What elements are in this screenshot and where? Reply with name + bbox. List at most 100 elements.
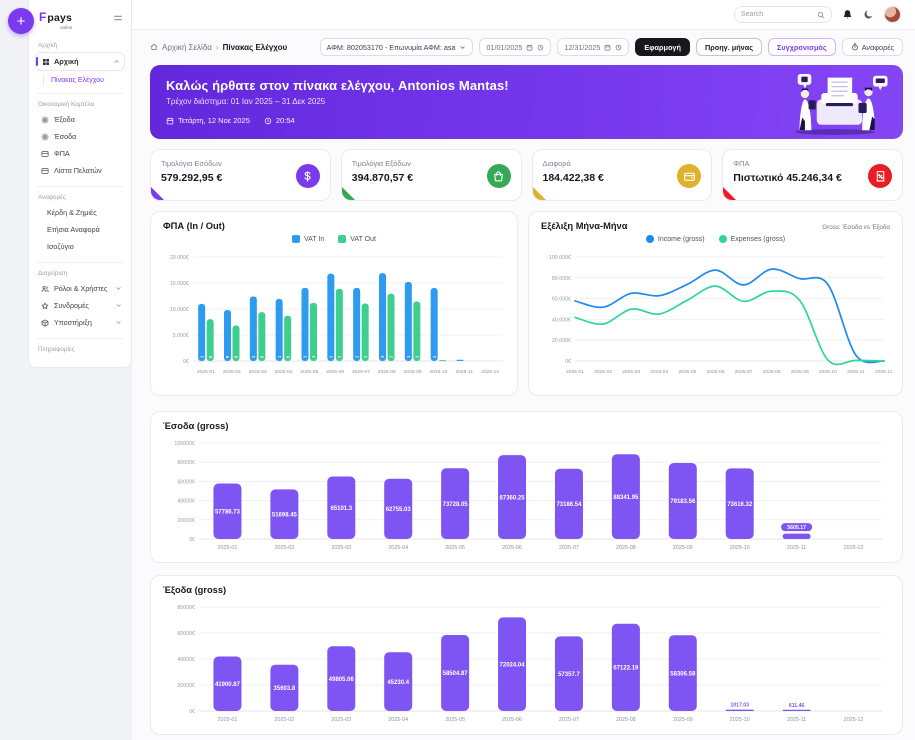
- toolbar-row: Αρχική Σελίδα › Πίνακας Ελέγχου ΑΦΜ: 802…: [150, 34, 903, 60]
- calendar-icon[interactable]: [526, 44, 533, 51]
- svg-text:2025-05: 2025-05: [678, 369, 696, 375]
- svg-text:2025-03: 2025-03: [331, 717, 351, 723]
- notifications-bell-icon[interactable]: [842, 9, 853, 20]
- prev-month-button[interactable]: Προηγ. μήνας: [696, 38, 762, 56]
- svg-text:2025-09: 2025-09: [673, 717, 693, 723]
- sidebar-item-πίνακας-ελέγχου[interactable]: Πίνακας Ελέγχου: [43, 75, 125, 86]
- svg-text:1017.03: 1017.03: [730, 703, 749, 709]
- sidebar-item-λίστα-πελατών[interactable]: Λίστα Πελατών: [35, 162, 125, 179]
- sidebar-item-υποστήριξη[interactable]: Υποστήριξη: [35, 314, 125, 331]
- timer-icon: [851, 43, 859, 51]
- sidebar-divider: [36, 338, 124, 339]
- calendar-icon[interactable]: [604, 44, 611, 51]
- date-to-input[interactable]: 12/31/2025: [557, 38, 629, 56]
- home-icon: [150, 43, 158, 51]
- svg-text:100.000€: 100.000€: [549, 255, 571, 261]
- quick-add-button[interactable]: +: [8, 8, 34, 34]
- svg-text:2025-03: 2025-03: [249, 369, 267, 375]
- svg-text:2025-02: 2025-02: [594, 369, 612, 375]
- svg-text:60.000€: 60.000€: [552, 297, 571, 303]
- svg-text:40000€: 40000€: [177, 499, 195, 505]
- svg-text:2025-08: 2025-08: [378, 369, 396, 375]
- clock-icon: [264, 117, 272, 125]
- sidebar-divider: [36, 186, 124, 187]
- svg-text:2025-11: 2025-11: [787, 545, 806, 551]
- svg-text:2025-09: 2025-09: [673, 545, 693, 551]
- apply-button[interactable]: Εφαρμογή: [635, 38, 690, 56]
- svg-text:2025-12: 2025-12: [481, 369, 499, 375]
- clock-icon[interactable]: [615, 44, 622, 51]
- evolution-chart-subtitle: Gross: Έσοδα vs Έξοδα: [822, 224, 890, 231]
- income-bar-chart: 0€20000€40000€60000€80000€100000€2025-01…: [163, 435, 892, 553]
- svg-text:2025-10: 2025-10: [429, 369, 447, 375]
- svg-text:73616.32: 73616.32: [727, 502, 753, 508]
- receipt-percent-icon: [868, 164, 892, 188]
- svg-text:57357.7: 57357.7: [558, 672, 580, 678]
- afm-select[interactable]: ΑΦΜ: 802053170 - Επωνυμία ΑΦΜ: asa: [320, 38, 474, 56]
- legend-item[interactable]: VAT Out: [338, 235, 376, 243]
- dark-mode-moon-icon[interactable]: [863, 9, 874, 20]
- vat-bar-chart: 0€5.000€10.000€15.000€20.000€2025-011098…: [163, 247, 507, 377]
- reports-button[interactable]: Αναφορές: [842, 38, 903, 56]
- hamburger-icon[interactable]: [113, 10, 123, 28]
- svg-text:57786.73: 57786.73: [215, 509, 241, 515]
- legend-item[interactable]: Income (gross): [646, 235, 705, 243]
- income-chart-title: Έσοδα (gross): [163, 421, 890, 431]
- svg-text:2025-04: 2025-04: [274, 369, 292, 375]
- afm-select-value: ΑΦΜ: 802053170 - Επωνυμία ΑΦΜ: asa: [327, 43, 456, 52]
- sidebar-item-αρχική[interactable]: Αρχική: [35, 52, 125, 71]
- sidebar-item-έξοδα[interactable]: Έξοδα: [35, 111, 125, 128]
- legend-item[interactable]: VAT In: [292, 235, 324, 243]
- chevron-up-icon: [113, 58, 120, 65]
- sidebar-item-ετήσια-αναφορά[interactable]: Ετήσια Αναφορά: [35, 221, 125, 238]
- breadcrumb-home[interactable]: Αρχική Σελίδα: [162, 43, 212, 52]
- svg-text:0€: 0€: [189, 709, 195, 715]
- svg-text:2025-06: 2025-06: [326, 369, 344, 375]
- svg-text:2025-12: 2025-12: [844, 717, 864, 723]
- sync-button[interactable]: Συγχρονισμός: [768, 38, 836, 56]
- svg-text:72024.04: 72024.04: [500, 662, 526, 668]
- card-icon: [41, 167, 49, 175]
- search-box[interactable]: [734, 6, 832, 23]
- stat-card-0: Τιμολόγια Εσόδων579.292,95 €: [150, 149, 331, 201]
- chevron-down-icon: [115, 302, 122, 309]
- stat-card-2: Διαφορά184.422,38 €: [532, 149, 713, 201]
- legend-item[interactable]: Expenses (gross): [719, 235, 785, 243]
- svg-text:2025-11: 2025-11: [455, 369, 473, 375]
- chevron-down-icon: [115, 319, 122, 326]
- app-logo[interactable]: F pays online: [39, 8, 72, 30]
- search-input[interactable]: [741, 11, 811, 18]
- svg-text:20000€: 20000€: [177, 518, 195, 524]
- stat-corner-accent: [151, 187, 164, 200]
- logo-name: pays: [47, 12, 72, 24]
- svg-text:49805.06: 49805.06: [329, 677, 355, 683]
- svg-text:67122.19: 67122.19: [613, 666, 639, 672]
- svg-text:20.000€: 20.000€: [170, 255, 189, 261]
- chevron-down-icon: [459, 44, 466, 51]
- sidebar-item-φπα[interactable]: ΦΠΑ: [35, 145, 125, 162]
- svg-text:40000€: 40000€: [177, 657, 195, 663]
- svg-text:2025-07: 2025-07: [735, 369, 753, 375]
- sidebar-item-ισοζύγιο[interactable]: Ισοζύγιο: [35, 238, 125, 255]
- svg-text:2025-06: 2025-06: [706, 369, 724, 375]
- svg-text:45230.4: 45230.4: [387, 680, 409, 686]
- clock-icon[interactable]: [537, 44, 544, 51]
- svg-text:2025-01: 2025-01: [218, 717, 238, 723]
- box-icon: [41, 319, 49, 327]
- vat-chart-card: ΦΠΑ (In / Out) VAT InVAT Out 0€5.000€10.…: [150, 211, 518, 396]
- sidebar-item-κέρδη-ζημιές[interactable]: Κέρδη & Ζημιές: [35, 204, 125, 221]
- sidebar-item-ρόλοι-χρήστες[interactable]: Ρόλοι & Χρήστες: [35, 280, 125, 297]
- stat-corner-accent: [533, 187, 546, 200]
- sidebar-item-συνδρομές[interactable]: Συνδρομές: [35, 297, 125, 314]
- sidebar-section-label: Αρχική: [38, 42, 123, 49]
- user-avatar[interactable]: [884, 6, 901, 23]
- gear-icon: [41, 133, 49, 141]
- svg-text:2025-12: 2025-12: [844, 545, 864, 551]
- date-from-input[interactable]: 01/01/2025: [479, 38, 551, 56]
- svg-text:2025-04: 2025-04: [388, 545, 408, 551]
- card-icon: [41, 150, 49, 158]
- svg-text:73728.05: 73728.05: [443, 502, 469, 508]
- svg-text:0€: 0€: [189, 537, 195, 543]
- svg-text:2025-08: 2025-08: [616, 545, 636, 551]
- sidebar-item-έσοδα[interactable]: Έσοδα: [35, 128, 125, 145]
